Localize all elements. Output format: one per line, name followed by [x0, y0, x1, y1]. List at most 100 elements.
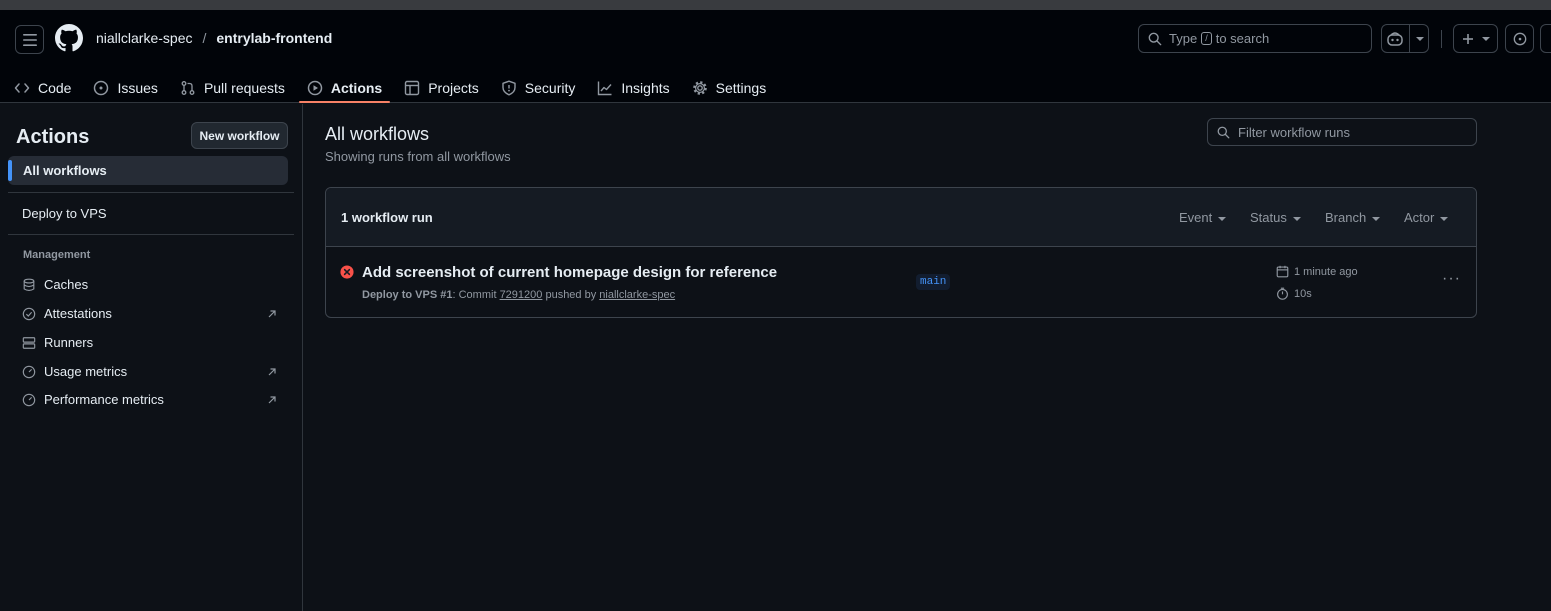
tab-settings[interactable]: Settings: [684, 72, 775, 103]
sidebar-item-attestations[interactable]: Attestations: [22, 306, 112, 321]
tab-label: Projects: [428, 79, 479, 96]
issue-icon: [1513, 32, 1526, 45]
repo-name-link[interactable]: entrylab-frontend: [216, 30, 332, 46]
run-timestamp: 1 minute ago: [1276, 265, 1358, 278]
tab-issues[interactable]: Issues: [85, 72, 165, 103]
tab-label: Security: [524, 79, 576, 96]
caret-down-icon: [1218, 216, 1227, 221]
search-suffix: to search: [1215, 31, 1270, 46]
filter-runs-input[interactable]: Filter workflow runs: [1207, 118, 1477, 146]
filter-label: Status: [1250, 210, 1287, 225]
sidebar-item-label: Caches: [44, 277, 89, 292]
sidebar-title: Actions: [16, 126, 90, 148]
filter-label: Event: [1179, 210, 1213, 225]
calendar-icon: [1276, 265, 1289, 278]
repo-header: niallclarke-spec / entrylab-frontend Typ…: [0, 10, 1551, 103]
run-time-text: 1 minute ago: [1294, 265, 1358, 278]
link-external-icon: [268, 310, 276, 318]
plus-icon: [1462, 33, 1473, 44]
pull-requests-button[interactable]: [1540, 24, 1551, 53]
chevron-down-icon: [1481, 36, 1490, 41]
link-external-icon: [268, 396, 276, 404]
stopwatch-icon: [1277, 287, 1288, 300]
tab-pull-requests[interactable]: Pull requests: [172, 72, 293, 103]
divider: [8, 192, 294, 193]
search-icon: [1148, 32, 1162, 45]
workflow-run-row[interactable]: Add screenshot of current homepage desig…: [326, 247, 1476, 317]
github-logo-icon[interactable]: [55, 24, 83, 52]
header-divider: [1441, 30, 1442, 48]
tab-projects[interactable]: Projects: [396, 72, 487, 103]
code-icon: [14, 82, 30, 93]
chevron-down-icon: [1415, 36, 1424, 41]
run-title-link[interactable]: Add screenshot of current homepage desig…: [362, 264, 777, 281]
page-subtitle: Showing runs from all workflows: [325, 149, 511, 164]
sidebar-item-runners[interactable]: Runners: [22, 335, 93, 350]
actor-filter-dropdown[interactable]: Actor: [1404, 210, 1449, 225]
new-workflow-button[interactable]: New workflow: [191, 122, 288, 149]
branch-filter-dropdown[interactable]: Branch: [1325, 210, 1381, 225]
graph-icon: [598, 81, 612, 95]
breadcrumb: niallclarke-spec / entrylab-frontend: [96, 30, 332, 46]
caret-down-icon: [1372, 216, 1381, 221]
sidebar-item-label: Deploy to VPS: [22, 206, 107, 221]
page-title: All workflows: [325, 124, 430, 144]
tab-label: Issues: [117, 79, 158, 96]
sidebar-item-caches[interactable]: Caches: [22, 277, 88, 292]
tab-code[interactable]: Code: [6, 72, 79, 103]
tab-label: Code: [38, 79, 72, 96]
sidebar-item-label: Runners: [44, 335, 94, 350]
kebab-horizontal-icon[interactable]: ···: [1442, 271, 1461, 287]
search-shortcut-key: /: [1201, 32, 1212, 45]
run-workflow-name: Deploy to VPS #1: [362, 289, 453, 301]
sidebar-item-usage-metrics[interactable]: Usage metrics: [22, 364, 127, 379]
divider: [8, 234, 294, 235]
filter-label: Actor: [1404, 210, 1435, 225]
search-icon: [1217, 126, 1230, 138]
copilot-button[interactable]: [1381, 24, 1429, 53]
tab-label: Insights: [621, 79, 670, 96]
runs-list-header: 1 workflow run Event Status Branch Actor: [326, 188, 1476, 247]
commit-label: Commit: [458, 289, 497, 301]
meter-icon: [22, 393, 36, 406]
management-heading: Management: [23, 249, 91, 261]
breadcrumb-separator: /: [202, 30, 207, 46]
actions-sidebar: Actions New workflow All workflows Deplo…: [0, 104, 303, 611]
filter-placeholder: Filter workflow runs: [1238, 124, 1350, 140]
filter-label: Branch: [1325, 210, 1367, 225]
issue-icon: [94, 80, 109, 95]
sidebar-item-performance-metrics[interactable]: Performance metrics: [22, 392, 164, 407]
search-input[interactable]: Type / to search: [1138, 24, 1372, 53]
caret-down-icon: [1440, 216, 1449, 221]
gear-icon: [692, 80, 707, 95]
sidebar-item-label: Performance metrics: [44, 392, 164, 407]
tab-security[interactable]: Security: [493, 72, 584, 103]
pull-request-icon: [181, 80, 195, 95]
search-prefix: Type: [1169, 31, 1198, 46]
sidebar-item-label: Usage metrics: [44, 364, 128, 379]
tab-label: Pull requests: [203, 79, 285, 96]
table-icon: [405, 80, 420, 95]
browser-top-strip: [0, 0, 1551, 10]
check-circle-icon: [22, 307, 36, 320]
sidebar-item-deploy-to-vps[interactable]: Deploy to VPS: [22, 206, 107, 221]
caret-down-icon: [1292, 216, 1301, 221]
database-icon: [23, 278, 35, 291]
play-icon: [307, 80, 323, 95]
tab-actions[interactable]: Actions: [298, 72, 391, 103]
copilot-icon: [1386, 31, 1403, 46]
repo-owner-link[interactable]: niallclarke-spec: [96, 30, 192, 46]
meter-icon: [22, 365, 36, 378]
create-new-button[interactable]: [1453, 24, 1498, 53]
tab-insights[interactable]: Insights: [589, 72, 677, 103]
actor-link[interactable]: niallclarke-spec: [599, 289, 675, 301]
event-filter-dropdown[interactable]: Event: [1179, 210, 1227, 225]
status-filter-dropdown[interactable]: Status: [1250, 210, 1301, 225]
menu-button[interactable]: [15, 25, 44, 54]
run-meta: Deploy to VPS #1: Commit 7291200 pushed …: [362, 289, 676, 301]
shield-icon: [502, 80, 516, 95]
commit-sha-link[interactable]: 7291200: [500, 289, 543, 301]
issues-button[interactable]: [1505, 24, 1534, 53]
branch-tag[interactable]: main: [916, 274, 951, 290]
sidebar-item-all-workflows[interactable]: All workflows: [8, 156, 288, 185]
